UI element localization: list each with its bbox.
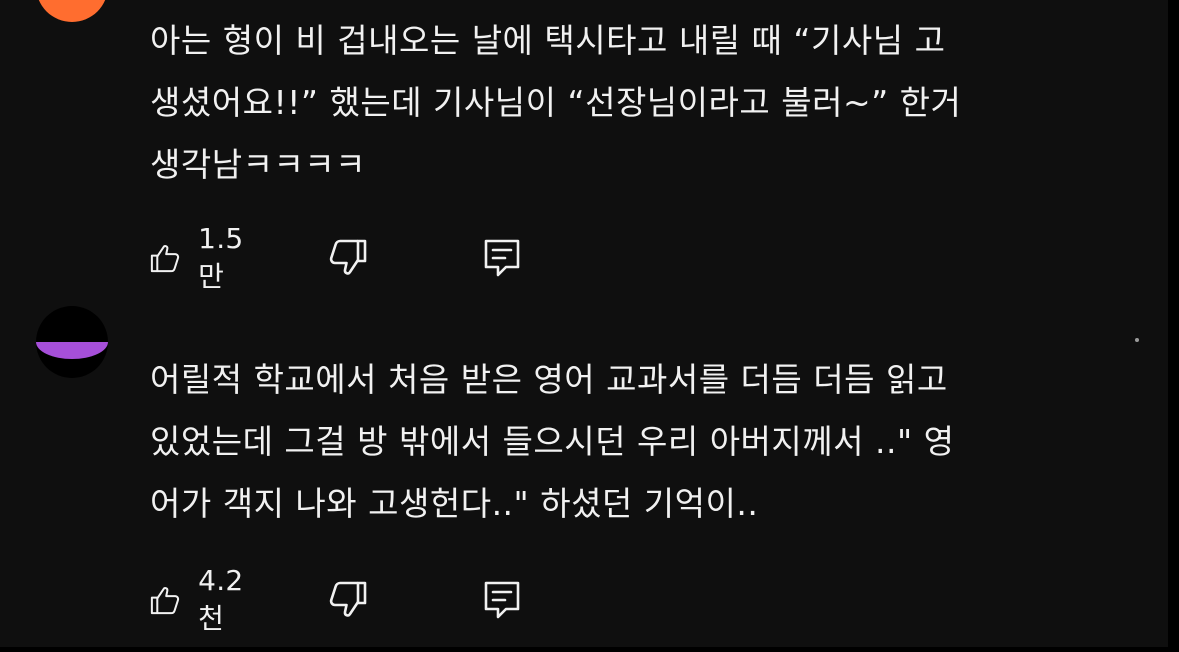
comments-screen: 아는 형이 비 겁내오는 날에 택시타고 내릴 때 “기사님 고 생셨어요!!”… xyxy=(0,0,1168,647)
reply-comment-icon xyxy=(484,581,520,619)
comment-line: 생셨어요!!” 했는데 기사님이 “선장님이라고 불러~” 한거 xyxy=(150,83,962,122)
comment-line: 아는 형이 비 겁내오는 날에 택시타고 내릴 때 “기사님 고 xyxy=(150,21,946,60)
dislike-button[interactable] xyxy=(326,576,370,624)
dislike-button[interactable] xyxy=(326,234,370,282)
comment-line: 어릴적 학교에서 처음 받은 영어 교과서를 더듬 더듬 읽고 xyxy=(150,360,948,399)
comment-body: 어릴적 학교에서 처음 받은 영어 교과서를 더듬 더듬 읽고 있었는데 그걸 … xyxy=(150,349,1140,535)
like-count: 1.5만 xyxy=(198,221,244,293)
thumbs-up-icon xyxy=(150,245,180,273)
commenter-avatar[interactable] xyxy=(36,306,108,378)
like-count: 4.2천 xyxy=(198,563,244,635)
like-button[interactable]: 4.2천 xyxy=(148,564,253,635)
comment-line: 있었는데 그걸 방 밖에서 들으시던 우리 아버지께서 .." 영 xyxy=(150,422,955,461)
commenter-avatar[interactable] xyxy=(36,0,108,22)
comment-body: 아는 형이 비 겁내오는 날에 택시타고 내릴 때 “기사님 고 생셨어요!!”… xyxy=(150,10,1140,196)
thumbs-down-icon xyxy=(329,581,367,617)
like-button[interactable]: 1.5만 xyxy=(148,222,253,293)
comment-line: 생각남ㅋㅋㅋㅋ xyxy=(150,145,367,184)
reply-button[interactable] xyxy=(480,234,524,282)
reply-button[interactable] xyxy=(480,576,524,624)
more-options-icon[interactable] xyxy=(1135,338,1139,342)
thumbs-up-icon xyxy=(150,587,180,615)
reply-comment-icon xyxy=(484,239,520,277)
thumbs-down-icon xyxy=(329,239,367,275)
comment-line: 어가 객지 나와 고생헌다.." 하셨던 기억이.. xyxy=(150,484,759,523)
